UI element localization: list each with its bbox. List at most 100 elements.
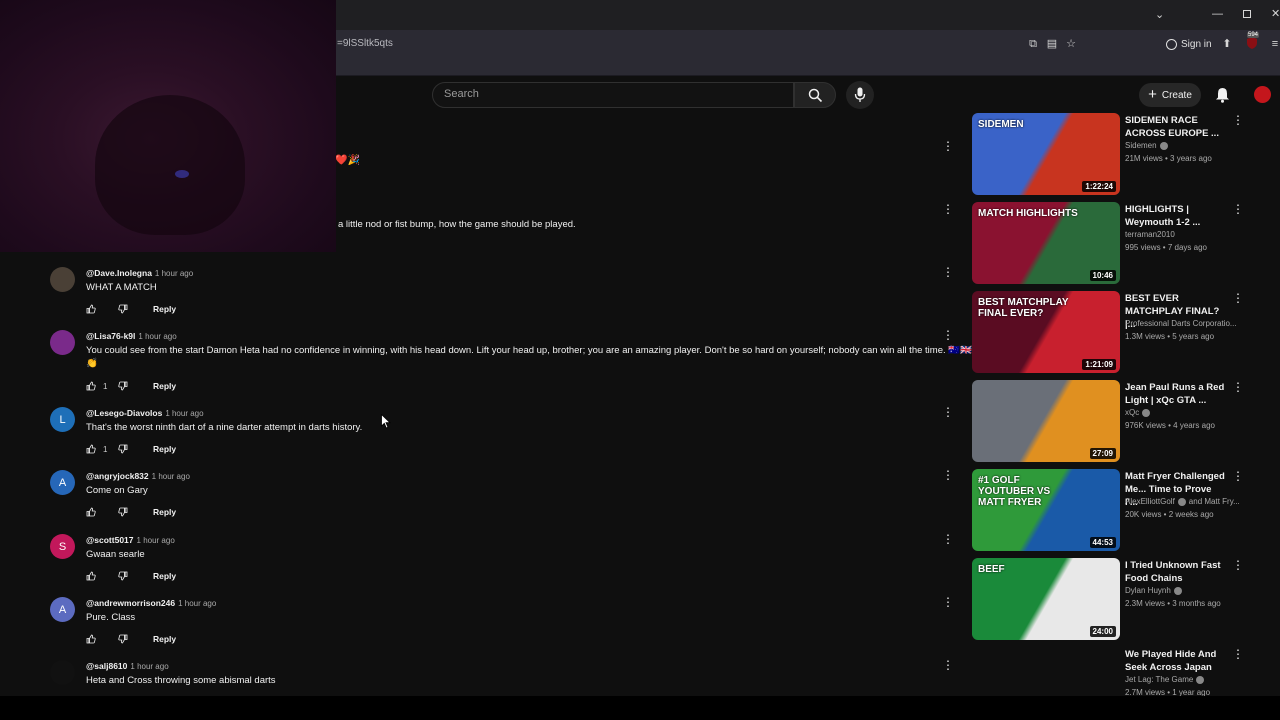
- channel-name[interactable]: Jet Lag: The Game: [1125, 675, 1193, 684]
- comment-more-icon[interactable]: ⋮: [942, 406, 954, 418]
- like-icon[interactable]: [86, 634, 96, 644]
- commenter-avatar[interactable]: S: [50, 534, 75, 559]
- tab-list-chevron-icon[interactable]: ⌄: [1155, 8, 1164, 21]
- reply-button[interactable]: Reply: [153, 571, 176, 581]
- video-more-icon[interactable]: ⋮: [1232, 648, 1244, 660]
- video-more-icon[interactable]: ⋮: [1232, 292, 1244, 304]
- video-channel[interactable]: Sidemen: [1125, 141, 1168, 150]
- create-button[interactable]: + Create: [1139, 83, 1201, 107]
- like-icon[interactable]: [86, 381, 96, 391]
- account-avatar[interactable]: [1254, 86, 1271, 103]
- comment-author[interactable]: @Lisa76-k9l 1 hour ago: [86, 331, 177, 341]
- reply-button[interactable]: Reply: [153, 381, 176, 391]
- video-channel[interactable]: Professional Darts Corporatio...: [1125, 319, 1237, 328]
- minimize-icon[interactable]: —: [1212, 8, 1223, 20]
- video-channel[interactable]: AlexElliottGolf and Matt Fry...: [1125, 497, 1240, 506]
- channel-name[interactable]: xQc: [1125, 408, 1139, 417]
- comment-more-icon[interactable]: ⋮: [942, 533, 954, 545]
- video-more-icon[interactable]: ⋮: [1232, 203, 1244, 215]
- comment-more-icon[interactable]: ⋮: [942, 596, 954, 608]
- ublock-extension-icon[interactable]: 594: [1245, 32, 1260, 50]
- video-channel[interactable]: xQc: [1125, 408, 1151, 417]
- search-input[interactable]: [432, 82, 794, 108]
- commenter-avatar[interactable]: [50, 660, 75, 685]
- dislike-icon[interactable]: [118, 381, 128, 391]
- close-window-icon[interactable]: ✕: [1271, 7, 1280, 20]
- commenter-avatar[interactable]: A: [50, 470, 75, 495]
- video-channel[interactable]: Dylan Huynh: [1125, 586, 1182, 595]
- video-more-icon[interactable]: ⋮: [1232, 470, 1244, 482]
- dislike-icon[interactable]: [118, 634, 128, 644]
- comment-timestamp[interactable]: 1 hour ago: [138, 332, 176, 341]
- sign-in-button[interactable]: Sign in: [1166, 36, 1212, 52]
- comment-author-name[interactable]: @scott5017: [86, 535, 134, 545]
- comment-more-icon[interactable]: ⋮: [942, 469, 954, 481]
- dislike-icon[interactable]: [118, 304, 128, 314]
- comment-more-icon[interactable]: ⋮: [942, 266, 954, 278]
- reader-view-icon[interactable]: ▤: [1045, 37, 1059, 51]
- notifications-bell-icon[interactable]: [1215, 87, 1230, 108]
- comment-author-name[interactable]: @Lisa76-k9l: [86, 331, 135, 341]
- video-title[interactable]: We Played Hide And Seek Across Japan: [1125, 648, 1225, 674]
- video-title[interactable]: Jean Paul Runs a Red Light | xQc GTA ...: [1125, 381, 1225, 407]
- comment-more-icon[interactable]: ⋮: [942, 329, 954, 341]
- extensions-icon[interactable]: ⬆: [1220, 37, 1234, 51]
- comment-author[interactable]: @andrewmorrison246 1 hour ago: [86, 598, 216, 608]
- video-more-icon[interactable]: ⋮: [1232, 114, 1244, 126]
- commenter-avatar[interactable]: L: [50, 407, 75, 432]
- like-icon[interactable]: [86, 444, 96, 454]
- comment-more-icon[interactable]: ⋮: [942, 140, 954, 152]
- like-icon[interactable]: [86, 571, 96, 581]
- reply-button[interactable]: Reply: [153, 304, 176, 314]
- comment-timestamp[interactable]: 1 hour ago: [130, 662, 168, 671]
- search-button[interactable]: [794, 82, 836, 108]
- commenter-avatar[interactable]: [50, 330, 75, 355]
- channel-name[interactable]: Professional Darts Corporatio...: [1125, 319, 1237, 328]
- reply-button[interactable]: Reply: [153, 444, 176, 454]
- video-title[interactable]: I Tried Unknown Fast Food Chains: [1125, 559, 1225, 585]
- channel-name[interactable]: AlexElliottGolf: [1125, 497, 1175, 506]
- like-icon[interactable]: [86, 304, 96, 314]
- comment-author-name[interactable]: @andrewmorrison246: [86, 598, 175, 608]
- video-thumbnail[interactable]: #1 GOLF YOUTUBER VS MATT FRYER 44:53: [972, 469, 1120, 551]
- video-thumbnail[interactable]: BEEF 24:00: [972, 558, 1120, 640]
- comment-author[interactable]: @Dave.Inolegna 1 hour ago: [86, 268, 193, 278]
- video-title[interactable]: HIGHLIGHTS | Weymouth 1-2 ...: [1125, 203, 1225, 229]
- dislike-icon[interactable]: [118, 444, 128, 454]
- channel-name[interactable]: terraman2010: [1125, 230, 1175, 239]
- channel-name[interactable]: Sidemen: [1125, 141, 1157, 150]
- comment-author[interactable]: @salj8610 1 hour ago: [86, 661, 169, 671]
- commenter-avatar[interactable]: A: [50, 597, 75, 622]
- video-title[interactable]: SIDEMEN RACE ACROSS EUROPE ...: [1125, 114, 1225, 140]
- video-more-icon[interactable]: ⋮: [1232, 381, 1244, 393]
- voice-search-button[interactable]: [846, 81, 874, 109]
- video-more-icon[interactable]: ⋮: [1232, 559, 1244, 571]
- comment-author[interactable]: @scott5017 1 hour ago: [86, 535, 175, 545]
- comment-author-name[interactable]: @Lesego-Diavolos: [86, 408, 162, 418]
- video-thumbnail[interactable]: SIDEMEN 1:22:24: [972, 113, 1120, 195]
- video-thumbnail[interactable]: MATCH HIGHLIGHTS 10:46: [972, 202, 1120, 284]
- reply-button[interactable]: Reply: [153, 507, 176, 517]
- commenter-avatar[interactable]: [50, 267, 75, 292]
- comment-timestamp[interactable]: 1 hour ago: [152, 472, 190, 481]
- video-thumbnail[interactable]: 27:09: [972, 380, 1120, 462]
- maximize-icon[interactable]: [1243, 10, 1251, 18]
- dislike-icon[interactable]: [118, 571, 128, 581]
- comment-author-name[interactable]: @angryjock832: [86, 471, 149, 481]
- comment-timestamp[interactable]: 1 hour ago: [155, 269, 193, 278]
- comment-author[interactable]: @Lesego-Diavolos 1 hour ago: [86, 408, 204, 418]
- comment-author-name[interactable]: @Dave.Inolegna: [86, 268, 152, 278]
- comment-timestamp[interactable]: 1 hour ago: [165, 409, 203, 418]
- like-icon[interactable]: [86, 507, 96, 517]
- comment-more-icon[interactable]: ⋮: [942, 659, 954, 671]
- video-thumbnail[interactable]: BEST MATCHPLAY FINAL EVER? 1:21:09: [972, 291, 1120, 373]
- video-channel[interactable]: Jet Lag: The Game: [1125, 675, 1205, 684]
- comment-timestamp[interactable]: 1 hour ago: [178, 599, 216, 608]
- comment-author-name[interactable]: @salj8610: [86, 661, 127, 671]
- comment-author[interactable]: @angryjock832 1 hour ago: [86, 471, 190, 481]
- comment-timestamp[interactable]: 1 hour ago: [137, 536, 175, 545]
- dislike-icon[interactable]: [118, 507, 128, 517]
- channel-name[interactable]: Dylan Huynh: [1125, 586, 1171, 595]
- url-field[interactable]: =9lSSltk5qts: [337, 38, 393, 49]
- menu-hamburger-icon[interactable]: ≡: [1268, 37, 1280, 51]
